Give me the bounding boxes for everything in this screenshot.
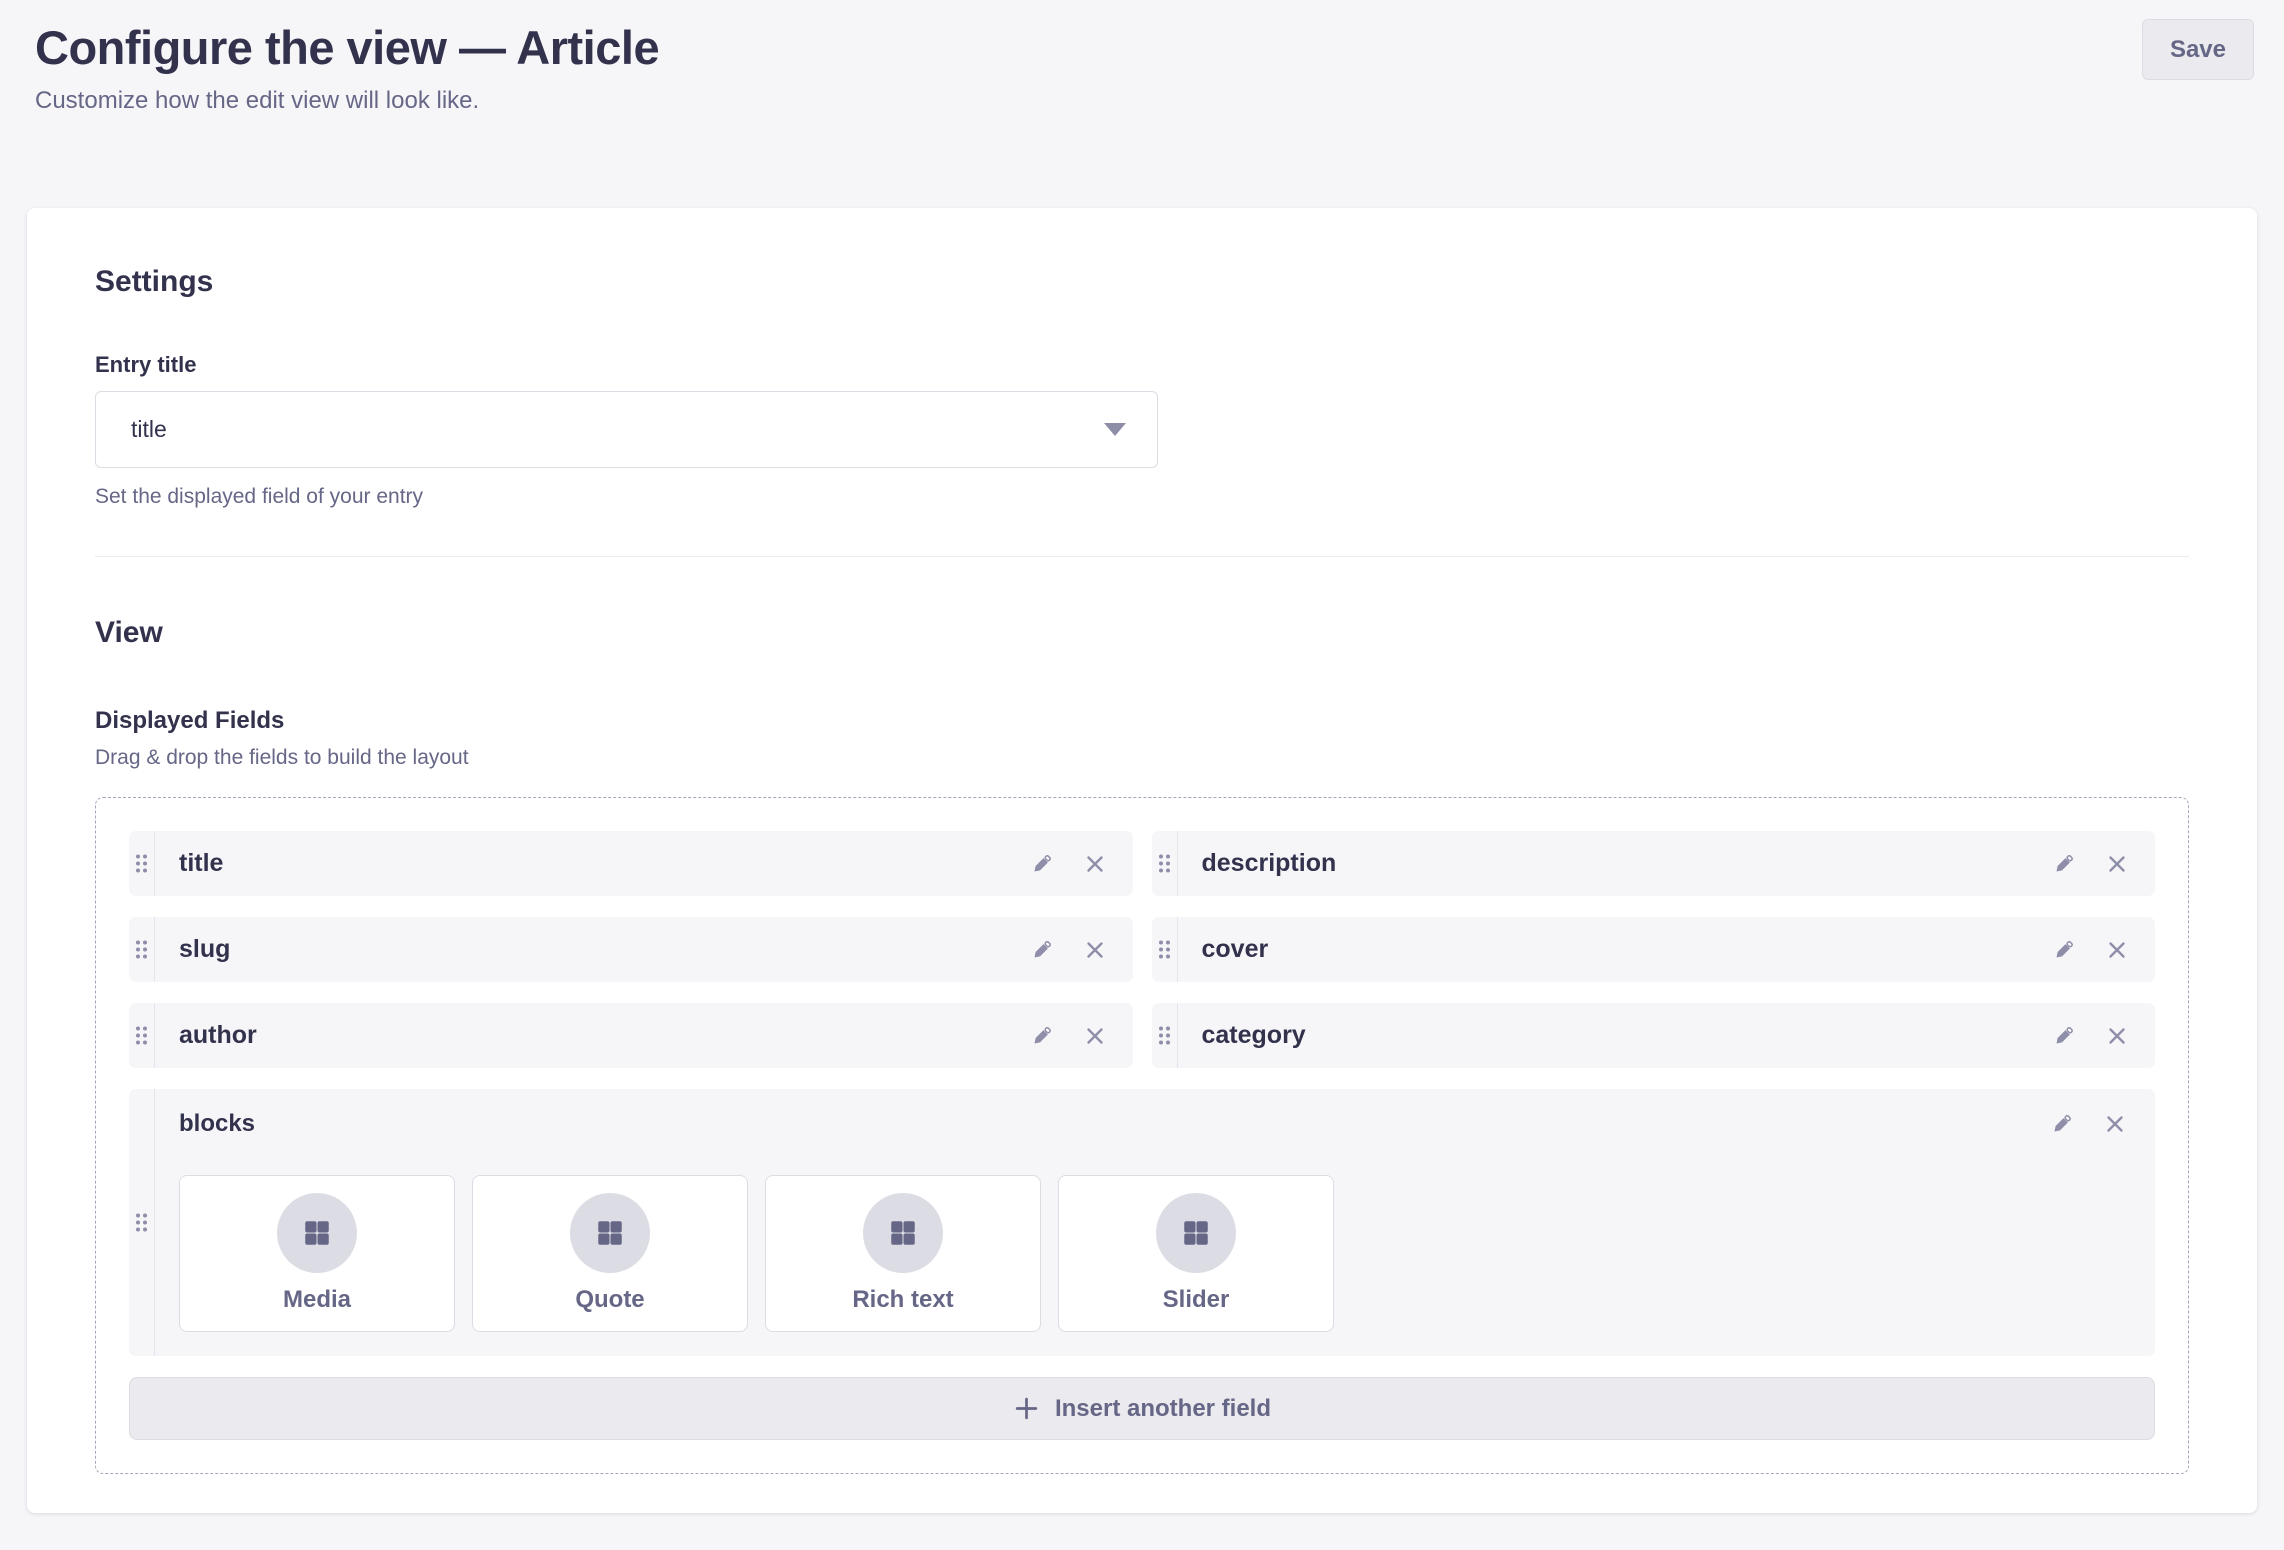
six-dots-drag-icon <box>135 939 148 960</box>
component-icon-circle <box>863 1193 943 1273</box>
component-icon-circle <box>570 1193 650 1273</box>
edit-field-button[interactable] <box>2049 849 2079 879</box>
close-icon <box>1083 852 1107 876</box>
pencil-icon <box>1029 937 1055 963</box>
field-row-slug: slug <box>129 917 1133 982</box>
remove-field-button[interactable] <box>2103 1022 2131 1050</box>
six-dots-drag-icon <box>135 853 148 874</box>
close-icon <box>2105 938 2129 962</box>
close-icon <box>1083 1024 1107 1048</box>
drag-handle-icon[interactable] <box>129 1003 155 1068</box>
component-card-rich-text: Rich text <box>765 1175 1041 1332</box>
close-icon <box>1083 938 1107 962</box>
field-label: title <box>155 849 223 878</box>
six-dots-drag-icon <box>1158 939 1171 960</box>
header: Configure the view — Article Customize h… <box>0 0 2284 116</box>
component-card-label: Rich text <box>852 1286 953 1314</box>
edit-field-button[interactable] <box>2049 935 2079 965</box>
drag-handle-icon[interactable] <box>1152 917 1178 982</box>
fields-grid: title description <box>129 831 2155 1356</box>
close-icon <box>2105 852 2129 876</box>
pencil-icon <box>1029 851 1055 877</box>
component-icon-circle <box>1156 1193 1236 1273</box>
blocks-content: blocks <box>155 1089 2155 1356</box>
edit-field-button[interactable] <box>2047 1109 2077 1139</box>
field-row-title: title <box>129 831 1133 896</box>
grid-icon <box>595 1218 625 1248</box>
pencil-icon <box>2049 1111 2075 1137</box>
save-button[interactable]: Save <box>2142 19 2254 80</box>
field-row-description: description <box>1152 831 2156 896</box>
drag-handle-icon[interactable] <box>129 831 155 896</box>
remove-field-button[interactable] <box>2103 936 2131 964</box>
displayed-fields-hint: Drag & drop the fields to build the layo… <box>95 745 2189 771</box>
section-divider <box>95 556 2189 557</box>
edit-field-button[interactable] <box>2049 1021 2079 1051</box>
edit-field-button[interactable] <box>1027 935 1057 965</box>
pencil-icon <box>2051 851 2077 877</box>
field-row-cover: cover <box>1152 917 2156 982</box>
page-subtitle: Customize how the edit view will look li… <box>35 86 2254 116</box>
settings-heading: Settings <box>95 264 2189 300</box>
edit-field-button[interactable] <box>1027 849 1057 879</box>
field-label: slug <box>155 935 230 964</box>
displayed-fields-label: Displayed Fields <box>95 707 2189 735</box>
view-heading: View <box>95 615 2189 651</box>
component-card-label: Media <box>283 1286 351 1314</box>
field-label: cover <box>1178 935 1269 964</box>
insert-another-field-label: Insert another field <box>1055 1395 1271 1423</box>
page-title: Configure the view — Article <box>35 18 2254 78</box>
grid-icon <box>1181 1218 1211 1248</box>
remove-field-button[interactable] <box>1081 936 1109 964</box>
component-icon-circle <box>277 1193 357 1273</box>
component-card-slider: Slider <box>1058 1175 1334 1332</box>
drag-handle-icon[interactable] <box>1152 1003 1178 1068</box>
remove-field-button[interactable] <box>2103 850 2131 878</box>
remove-field-button[interactable] <box>1081 1022 1109 1050</box>
component-card-label: Slider <box>1163 1286 1230 1314</box>
insert-another-field-button[interactable]: Insert another field <box>129 1377 2155 1440</box>
configuration-card: Settings Entry title title Set the displ… <box>27 208 2257 1513</box>
entry-title-selected-value: title <box>131 416 167 443</box>
field-row-category: category <box>1152 1003 2156 1068</box>
entry-title-label: Entry title <box>95 352 2189 378</box>
grid-icon <box>302 1218 332 1248</box>
edit-field-button[interactable] <box>1027 1021 1057 1051</box>
caret-down-icon <box>1103 422 1127 437</box>
component-card-media: Media <box>179 1175 455 1332</box>
drag-handle-icon[interactable] <box>1152 831 1178 896</box>
pencil-icon <box>2051 937 2077 963</box>
component-cards: Media Quote Rich text <box>179 1175 2131 1332</box>
configure-view-page: { "header": { "title": "Configure the vi… <box>0 0 2284 1550</box>
remove-field-button[interactable] <box>1081 850 1109 878</box>
field-label: category <box>1178 1021 1306 1050</box>
six-dots-drag-icon <box>1158 853 1171 874</box>
close-icon <box>2103 1112 2127 1136</box>
grid-icon <box>888 1218 918 1248</box>
six-dots-drag-icon <box>135 1025 148 1046</box>
entry-title-select[interactable]: title <box>95 391 1158 468</box>
six-dots-drag-icon <box>135 1212 148 1233</box>
field-label: author <box>155 1021 257 1050</box>
six-dots-drag-icon <box>1158 1025 1171 1046</box>
close-icon <box>2105 1024 2129 1048</box>
component-card-quote: Quote <box>472 1175 748 1332</box>
field-row-blocks: blocks <box>129 1089 2155 1356</box>
remove-field-button[interactable] <box>2101 1110 2129 1138</box>
pencil-icon <box>2051 1023 2077 1049</box>
drag-handle-icon[interactable] <box>129 1089 155 1356</box>
field-row-author: author <box>129 1003 1133 1068</box>
component-card-label: Quote <box>575 1286 644 1314</box>
plus-icon <box>1013 1395 1040 1422</box>
field-label: blocks <box>179 1110 255 1138</box>
fields-dropzone: title description <box>95 797 2189 1474</box>
drag-handle-icon[interactable] <box>129 917 155 982</box>
pencil-icon <box>1029 1023 1055 1049</box>
entry-title-hint: Set the displayed field of your entry <box>95 484 2189 510</box>
field-label: description <box>1178 849 1337 878</box>
